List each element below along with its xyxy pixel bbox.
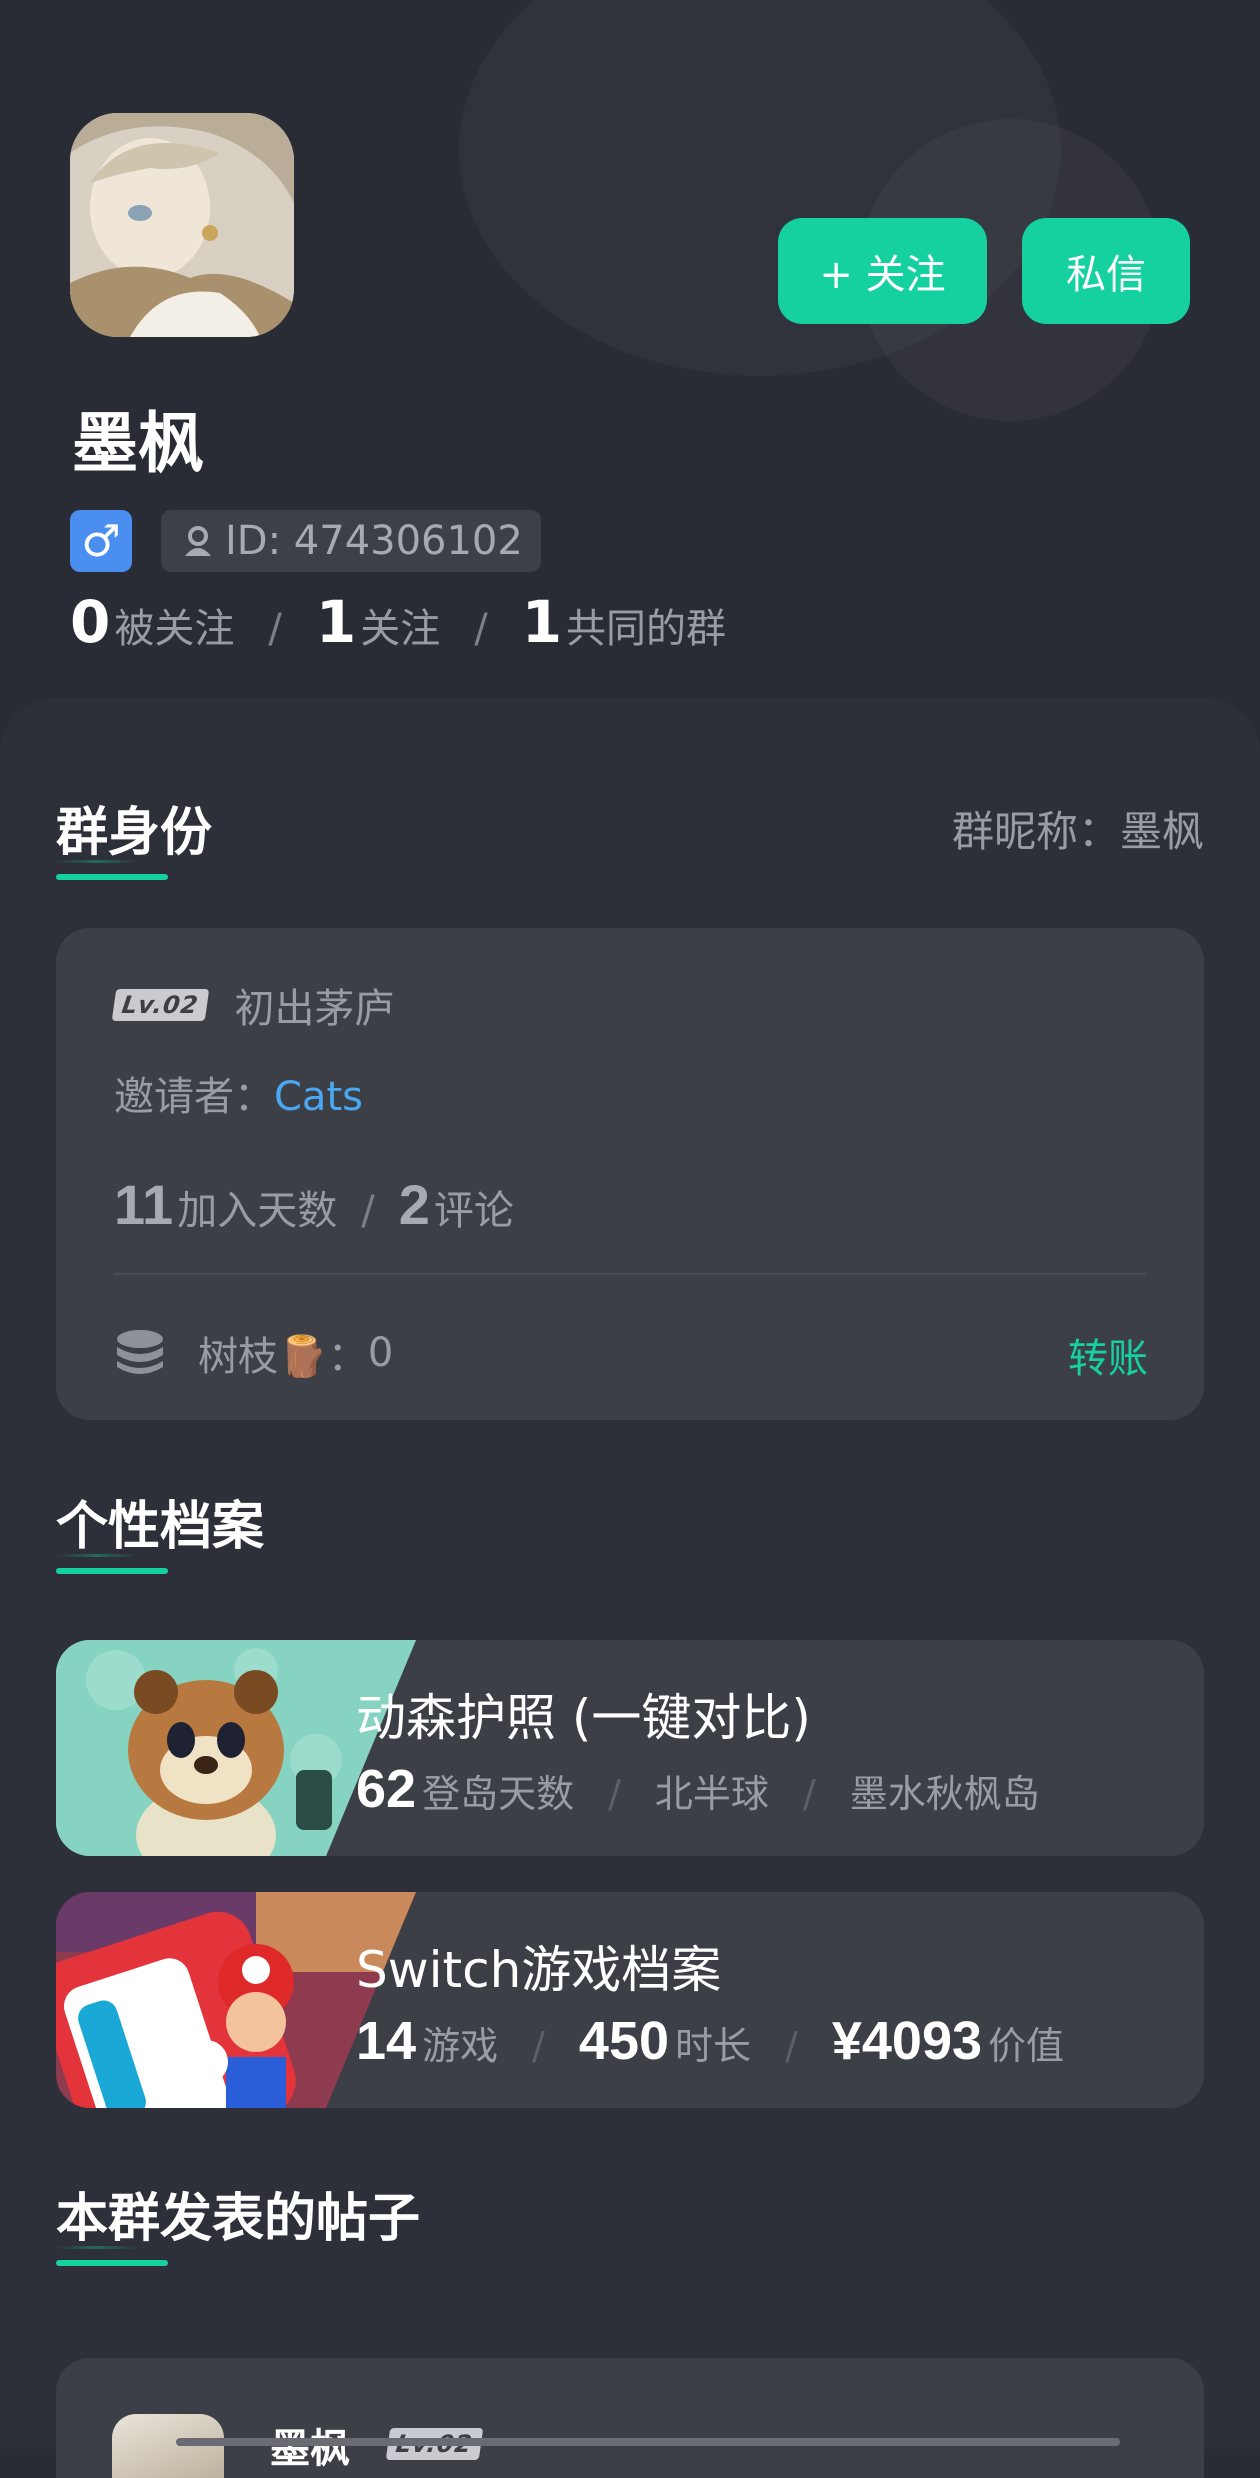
group-identity-card: Lv.02 初出茅庐 邀请者：Cats 11 加入天数 / 2 评论 树枝🪵： … xyxy=(56,928,1204,1420)
section-title-group-identity: 群身份 xyxy=(56,803,213,863)
join-days-label: 加入天数 xyxy=(177,1188,338,1234)
section-title-posts: 本群发表的帖子 xyxy=(56,2189,421,2249)
group-nickname: 群昵称：墨枫 xyxy=(951,807,1204,856)
following-stat[interactable]: 1 关注 xyxy=(316,588,440,656)
user-id-text: ID: 474306102 xyxy=(225,518,523,564)
message-button[interactable]: 私信 xyxy=(1022,218,1190,324)
user-id-badge[interactable]: ID: 474306102 xyxy=(161,510,541,572)
section-underline xyxy=(56,1554,168,1574)
acnh-passport-card[interactable]: 动森护照 (一键对比) 62 登岛天数 / 北半球 / 墨水秋枫岛 xyxy=(56,1640,1204,1856)
switch-profile-stats: 14 游戏 / 450 时长 / ¥4093 价值 xyxy=(356,2011,1065,2071)
inviter-link[interactable]: Cats xyxy=(274,1074,363,1120)
mutual-groups-stat[interactable]: 1 共同的群 xyxy=(522,588,726,656)
post-author-avatar xyxy=(112,2414,224,2478)
follow-stats: 0 被关注 / 1 关注 / 1 共同的群 xyxy=(70,588,727,656)
divider xyxy=(114,1273,1146,1275)
join-days-count: 11 xyxy=(114,1173,174,1236)
followers-stat[interactable]: 0 被关注 xyxy=(70,588,234,656)
branch-value: 0 xyxy=(367,1330,394,1376)
inviter-label: 邀请者： xyxy=(114,1074,274,1120)
transfer-button[interactable]: 转账 xyxy=(1068,1326,1148,1384)
comments-count: 2 xyxy=(398,1173,430,1236)
branch-label: 树枝🪵： xyxy=(198,1334,368,1380)
acnh-passport-title: 动森护照 (一键对比) xyxy=(356,1689,811,1747)
section-underline xyxy=(56,2246,168,2266)
post-card[interactable]: 墨枫 Lv.02 xyxy=(56,2358,1204,2478)
section-title-profiles: 个性档案 xyxy=(56,1497,265,1557)
section-underline xyxy=(56,860,168,880)
id-person-icon xyxy=(185,526,211,556)
switch-profile-title: Switch游戏档案 xyxy=(356,1941,722,1999)
username: 墨枫 xyxy=(72,405,204,482)
follow-button[interactable]: + 关注 xyxy=(778,218,987,324)
post-preview-bar xyxy=(176,2438,882,2446)
acnh-passport-stats: 62 登岛天数 / 北半球 / 墨水秋枫岛 xyxy=(356,1759,1040,1819)
male-icon: ♂ xyxy=(70,510,132,572)
level-name: 初出茅庐 xyxy=(234,986,395,1032)
level-badge: Lv.02 xyxy=(111,989,209,1021)
switch-profile-card[interactable]: Switch游戏档案 14 游戏 / 450 时长 / ¥4093 价值 xyxy=(56,1892,1204,2108)
comments-label: 评论 xyxy=(433,1188,514,1234)
avatar[interactable] xyxy=(70,113,294,337)
coin-stack-icon xyxy=(117,1330,163,1374)
post-preview-bar xyxy=(836,2438,1120,2446)
